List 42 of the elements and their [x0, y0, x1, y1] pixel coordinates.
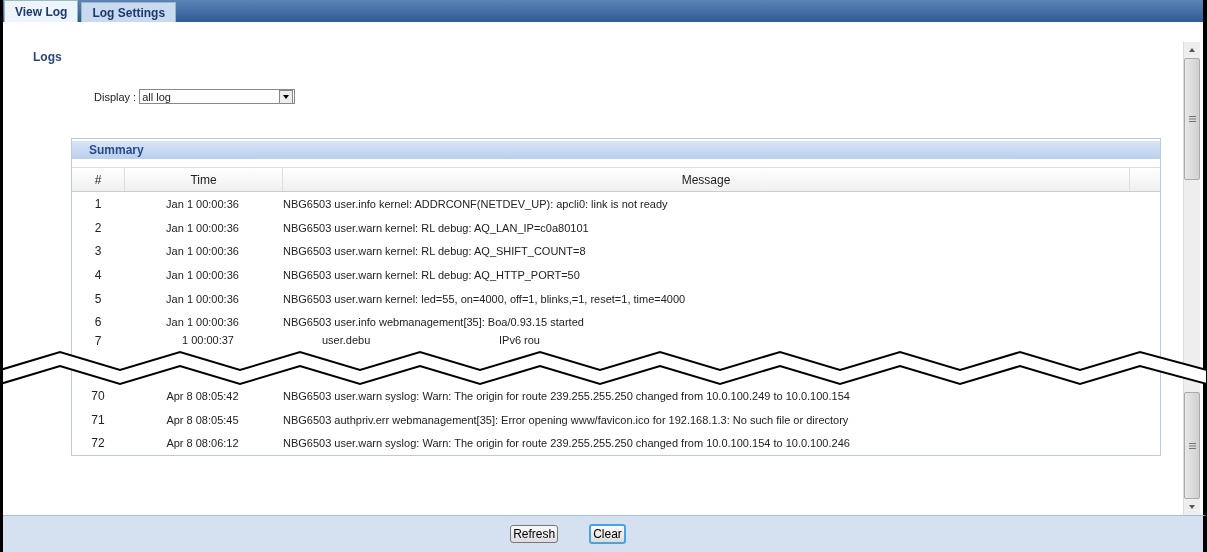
- table-cell-text: 3: [93, 244, 103, 259]
- table-cell-text: NBG6503 user.warn kernel: RL debug: AQ_LAN_IP=c0a80101: [282, 221, 590, 234]
- table-cell-text: Apr 8 08:05:45: [165, 413, 240, 426]
- display-select[interactable]: all log: [139, 89, 296, 104]
- table-cell: user.debu: [322, 334, 371, 346]
- table-cell-text: 7: [93, 334, 103, 348]
- table-cell-text: NBG6503 user.warn syslog: Warn: The origin for route 239.255.255.250 changed from 10.0.100.154 to 10.0.100.246: [282, 437, 851, 450]
- table-cell-text: 72: [90, 436, 106, 451]
- action-button[interactable]: Clear: [589, 524, 626, 544]
- table-cell: IPv6 rou: [499, 334, 540, 346]
- table-cell-text: Jan 1 00:00:36: [165, 268, 240, 281]
- table-cell-text: 70: [90, 388, 106, 403]
- table-cell-text: NBG6503 authpriv.err webmanagement[35]: Error opening www/favicon.ico for 192.168.1.3: No such file or directory: [282, 413, 850, 426]
- column-header: Time: [125, 168, 283, 192]
- table-cell-text: Jan 1 00:00:36: [165, 197, 240, 210]
- table-cell: 1 00:00:37: [182, 334, 234, 346]
- table-cell-text: NBG6503 user.info kernel: ADDRCONF(NETDEV_UP): apcli0: link is not ready: [282, 197, 669, 210]
- table-cell-text: 6: [93, 315, 103, 330]
- action-button[interactable]: Refresh: [510, 525, 559, 543]
- table-cell-text: NBG6503 user.warn kernel: led=55, on=4000, off=1, blinks,=1, reset=1, time=4000: [282, 292, 687, 305]
- column-header: Message: [283, 168, 1130, 192]
- display-label: Display :: [94, 90, 137, 103]
- section-title: Logs: [33, 50, 63, 64]
- tab[interactable]: Log Settings: [81, 2, 177, 22]
- table-cell-text: Jan 1 00:00:36: [165, 221, 240, 234]
- table-cell-text: NBG6503 user.warn kernel: RL debug: AQ_SHIFT_COUNT=8: [282, 245, 587, 258]
- tab[interactable]: View Log: [4, 0, 79, 22]
- table-cell-text: 5: [93, 291, 103, 306]
- table-cell-text: Apr 8 08:06:12: [165, 437, 240, 450]
- table-cell-text: 4: [93, 267, 103, 282]
- table-cell-text: Apr 8 08:05:42: [165, 389, 240, 402]
- table-cell-text: NBG6503 user.warn kernel: RL debug: AQ_HTTP_PORT=50: [282, 268, 581, 281]
- table-cell-text: Jan 1 00:00:36: [165, 292, 240, 305]
- column-header: #: [72, 168, 125, 192]
- table-cell-text: 1: [93, 196, 103, 211]
- table-cell-text: 71: [90, 412, 106, 427]
- table-cell-text: NBG6503 user.warn syslog: Warn: The origin for route 239.255.255.250 changed from 10.0.100.249 to 10.0.100.154: [282, 389, 851, 402]
- summary-title: Summary: [72, 141, 1160, 159]
- table-cell-text: 2: [93, 220, 103, 235]
- table-cell-text: Jan 1 00:00:36: [165, 316, 240, 329]
- table-cell-text: NBG6503 user.info webmanagement[35]: Boa/0.93.15 started: [282, 316, 585, 329]
- table-cell-text: Jan 1 00:00:36: [165, 245, 240, 258]
